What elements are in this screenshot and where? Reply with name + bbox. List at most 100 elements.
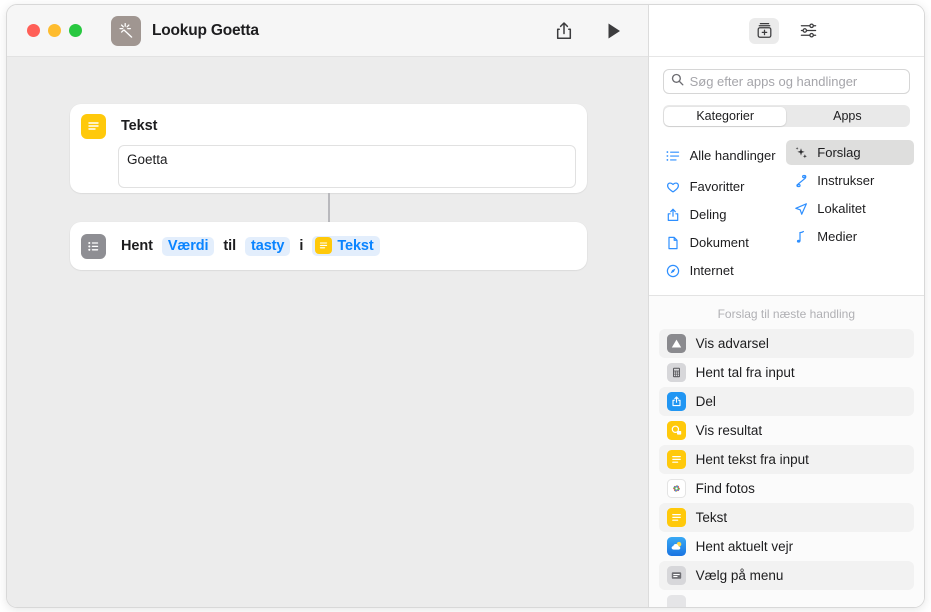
list-item-label: Hent tal fra input bbox=[696, 365, 795, 380]
category-grid: Alle handlinger Favoritter bbox=[649, 140, 924, 295]
list-item-label: Vælg på menu bbox=[696, 568, 784, 583]
list-item-label: Tekst bbox=[696, 510, 728, 525]
category-item-instrukser[interactable]: Instrukser bbox=[786, 168, 914, 193]
run-button[interactable] bbox=[602, 19, 626, 43]
search-box[interactable] bbox=[663, 69, 910, 94]
titlebar-actions bbox=[552, 5, 648, 56]
quicklook-icon bbox=[667, 421, 686, 440]
token-vaerdi[interactable]: Værdi bbox=[162, 237, 215, 256]
sentence-word-til: til bbox=[223, 238, 236, 254]
category-label: Dokument bbox=[690, 236, 749, 250]
search-wrap bbox=[649, 57, 924, 94]
list-item-label: Del bbox=[696, 394, 716, 409]
shortcuts-window: Lookup Goetta bbox=[6, 4, 925, 608]
script-icon bbox=[793, 174, 808, 188]
token-tekst-label: Tekst bbox=[337, 238, 373, 254]
category-item-dokument[interactable]: Dokument bbox=[659, 230, 787, 255]
action-connector bbox=[328, 193, 330, 222]
heart-icon bbox=[666, 180, 681, 194]
category-label: Lokalitet bbox=[817, 202, 865, 216]
tab-apps[interactable]: Apps bbox=[786, 107, 908, 126]
text-icon bbox=[667, 508, 686, 527]
library-pane: Kategorier Apps bbox=[648, 5, 924, 607]
list-item[interactable] bbox=[659, 590, 914, 607]
photos-icon bbox=[667, 479, 686, 498]
library-mode-segmented-control[interactable]: Kategorier Apps bbox=[663, 105, 910, 127]
text-icon bbox=[667, 450, 686, 469]
page-title: Lookup Goetta bbox=[152, 22, 259, 40]
action-header: Tekst bbox=[70, 104, 587, 138]
alert-icon bbox=[667, 334, 686, 353]
music-note-icon bbox=[793, 230, 808, 244]
suggestions-heading: Forslag til næste handling bbox=[649, 296, 924, 329]
text-input-field[interactable]: Goetta bbox=[118, 145, 576, 188]
list-item[interactable]: Hent tal fra input bbox=[659, 358, 914, 387]
document-icon bbox=[666, 236, 681, 250]
category-label: Instrukser bbox=[817, 174, 874, 188]
menu-icon bbox=[667, 566, 686, 585]
shortcuts-app-icon bbox=[111, 16, 141, 46]
list-item-label: Hent aktuelt vejr bbox=[696, 539, 794, 554]
list-item[interactable]: Hent tekst fra input bbox=[659, 445, 914, 474]
dictionary-action-icon bbox=[81, 234, 106, 259]
library-toolbar bbox=[649, 5, 924, 57]
action-library-icon[interactable] bbox=[749, 18, 779, 44]
search-input[interactable] bbox=[690, 74, 902, 89]
share-button[interactable] bbox=[552, 19, 576, 43]
action-card-text[interactable]: Tekst Goetta bbox=[70, 104, 587, 193]
list-item[interactable]: Del bbox=[659, 387, 914, 416]
token-tasty[interactable]: tasty bbox=[245, 237, 290, 256]
category-label: Favoritter bbox=[690, 180, 745, 194]
suggestions-section: Forslag til næste handling Vis advarsel bbox=[649, 296, 924, 607]
titlebar: Lookup Goetta bbox=[7, 5, 648, 57]
list-icon bbox=[666, 149, 681, 163]
category-item-alle-handlinger[interactable]: Alle handlinger bbox=[659, 140, 787, 171]
list-item[interactable]: Vælg på menu bbox=[659, 561, 914, 590]
category-item-internet[interactable]: Internet bbox=[659, 258, 787, 283]
partial-row-icon bbox=[667, 595, 686, 607]
list-item[interactable]: Vis resultat bbox=[659, 416, 914, 445]
text-variable-icon bbox=[315, 237, 332, 254]
action-sentence: Hent Værdi til tasty i bbox=[70, 234, 380, 259]
close-button[interactable] bbox=[27, 24, 40, 37]
traffic-lights bbox=[27, 24, 82, 37]
sparkle-icon bbox=[793, 146, 808, 160]
list-item[interactable]: Vis advarsel bbox=[659, 329, 914, 358]
sliders-icon[interactable] bbox=[793, 18, 823, 44]
list-item-label: Vis resultat bbox=[696, 423, 763, 438]
search-icon bbox=[671, 73, 684, 91]
zoom-button[interactable] bbox=[69, 24, 82, 37]
list-item-label: Find fotos bbox=[696, 481, 755, 496]
token-tekst-variable[interactable]: Tekst bbox=[312, 236, 379, 256]
category-label: Internet bbox=[690, 264, 734, 278]
category-column-right: Forslag Instrukser bbox=[786, 140, 914, 283]
category-label: Medier bbox=[817, 230, 857, 244]
action-title: Tekst bbox=[121, 118, 157, 134]
text-action-icon bbox=[81, 114, 106, 139]
location-arrow-icon bbox=[793, 202, 808, 216]
calculator-icon bbox=[667, 363, 686, 382]
list-item[interactable]: Tekst bbox=[659, 503, 914, 532]
category-item-forslag[interactable]: Forslag bbox=[786, 140, 914, 165]
category-label: Forslag bbox=[817, 146, 860, 160]
list-item[interactable]: Find fotos bbox=[659, 474, 914, 503]
list-item[interactable]: Hent aktuelt vejr bbox=[659, 532, 914, 561]
category-item-deling[interactable]: Deling bbox=[659, 202, 787, 227]
share-icon bbox=[666, 208, 681, 222]
list-item-label: Vis advarsel bbox=[696, 336, 769, 351]
category-label: Alle handlinger bbox=[690, 149, 776, 163]
category-label: Deling bbox=[690, 208, 727, 222]
sentence-word-i: i bbox=[299, 238, 303, 254]
share-icon bbox=[667, 392, 686, 411]
category-item-favoritter[interactable]: Favoritter bbox=[659, 174, 787, 199]
action-card-get-value[interactable]: Hent Værdi til tasty i bbox=[70, 222, 587, 270]
category-column-left: Alle handlinger Favoritter bbox=[659, 140, 787, 283]
compass-icon bbox=[666, 264, 681, 278]
weather-icon bbox=[667, 537, 686, 556]
list-item-label: Hent tekst fra input bbox=[696, 452, 809, 467]
sentence-word-hent: Hent bbox=[121, 238, 153, 254]
category-item-lokalitet[interactable]: Lokalitet bbox=[786, 196, 914, 221]
tab-kategorier[interactable]: Kategorier bbox=[664, 107, 786, 126]
category-item-medier[interactable]: Medier bbox=[786, 224, 914, 249]
minimize-button[interactable] bbox=[48, 24, 61, 37]
